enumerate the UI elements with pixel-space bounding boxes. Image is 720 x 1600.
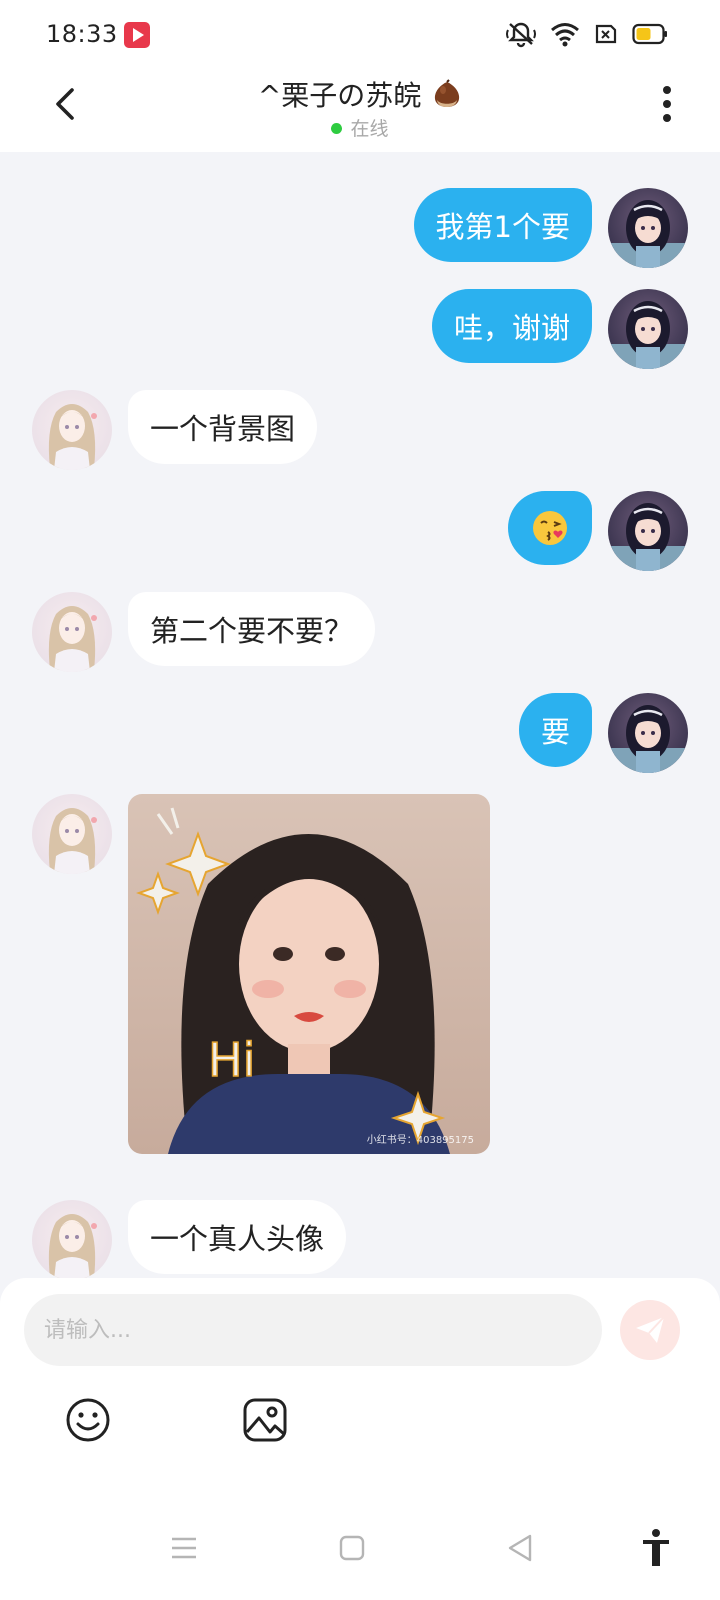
- chestnut-icon: [435, 79, 460, 107]
- contact-avatar[interactable]: [32, 1200, 112, 1280]
- status-bar: 18:33: [0, 0, 720, 68]
- message-text: 哇，谢谢: [453, 311, 570, 345]
- message-outgoing: 哇，谢谢: [431, 289, 688, 369]
- online-status-text: 在线: [350, 118, 389, 140]
- wifi-icon: [551, 23, 579, 47]
- my-avatar[interactable]: [608, 188, 688, 268]
- message-outgoing: [508, 491, 688, 571]
- contact-avatar[interactable]: [32, 794, 112, 874]
- home-icon: [339, 1535, 365, 1561]
- face-blowing-kiss-icon: [533, 511, 567, 545]
- system-nav-bar: [0, 1500, 720, 1600]
- battery-icon: [632, 23, 667, 45]
- back-icon: [508, 1534, 532, 1562]
- message-list[interactable]: 我第1个要 哇，谢谢 一个背景图 第二个要不要？ 要 Hi 小红书号：40389…: [0, 152, 720, 1302]
- notification-app-icon: [124, 22, 150, 48]
- message-incoming: Hi 小红书号：403895175: [32, 794, 490, 1154]
- message-bubble[interactable]: 第二个要不要？: [128, 592, 376, 666]
- contact-avatar[interactable]: [32, 592, 112, 672]
- message-bubble[interactable]: 要: [518, 693, 592, 767]
- online-status: 在线: [0, 114, 720, 141]
- message-bubble[interactable]: 一个真人头像: [128, 1200, 347, 1274]
- send-button[interactable]: [620, 1300, 680, 1360]
- online-dot-icon: [331, 123, 343, 134]
- sim-off-icon: [595, 24, 617, 44]
- image-message[interactable]: Hi 小红书号：403895175: [128, 794, 490, 1154]
- message-incoming: 一个背景图: [32, 390, 318, 470]
- contact-name-text: ^栗子の苏皖: [257, 79, 422, 112]
- send-icon: [636, 1316, 665, 1343]
- photo-watermark: 小红书号：403895175: [366, 1135, 474, 1146]
- message-bubble[interactable]: [508, 491, 592, 565]
- message-incoming: 一个真人头像: [32, 1200, 347, 1280]
- status-icons: [506, 20, 668, 48]
- my-avatar[interactable]: [608, 289, 688, 369]
- message-input[interactable]: [24, 1294, 602, 1366]
- message-text: 要: [540, 715, 570, 749]
- chat-header: ^栗子の苏皖 在线: [0, 68, 720, 152]
- message-bubble[interactable]: 一个背景图: [128, 390, 318, 464]
- contact-name: ^栗子の苏皖: [0, 74, 720, 114]
- my-avatar[interactable]: [608, 693, 688, 773]
- message-text: 我第1个要: [435, 210, 570, 244]
- more-options-icon[interactable]: [652, 82, 682, 126]
- nav-menu-button[interactable]: [164, 1528, 204, 1568]
- menu-icon: [172, 1537, 196, 1559]
- accessibility-icon: [643, 1529, 669, 1566]
- nav-home-button[interactable]: [332, 1528, 372, 1568]
- my-avatar[interactable]: [608, 491, 688, 571]
- photo-overlay-text: Hi: [208, 1033, 255, 1087]
- message-outgoing: 要: [518, 693, 688, 773]
- message-text: 一个真人头像: [150, 1222, 325, 1256]
- mute-bell-icon: [506, 22, 536, 48]
- message-outgoing: 我第1个要: [413, 188, 688, 268]
- message-composer: [0, 1278, 720, 1500]
- emoji-icon[interactable]: [64, 1396, 112, 1444]
- message-incoming: 第二个要不要？: [32, 592, 376, 672]
- message-bubble[interactable]: 哇，谢谢: [431, 289, 592, 363]
- contact-avatar[interactable]: [32, 390, 112, 470]
- message-bubble[interactable]: 我第1个要: [413, 188, 592, 262]
- nav-back-button[interactable]: [500, 1528, 540, 1568]
- message-text: 一个背景图: [150, 412, 296, 446]
- nav-accessibility-button[interactable]: [636, 1528, 676, 1568]
- image-icon[interactable]: [242, 1396, 288, 1444]
- message-text: 第二个要不要？: [150, 614, 354, 648]
- status-time: 18:33: [46, 20, 118, 48]
